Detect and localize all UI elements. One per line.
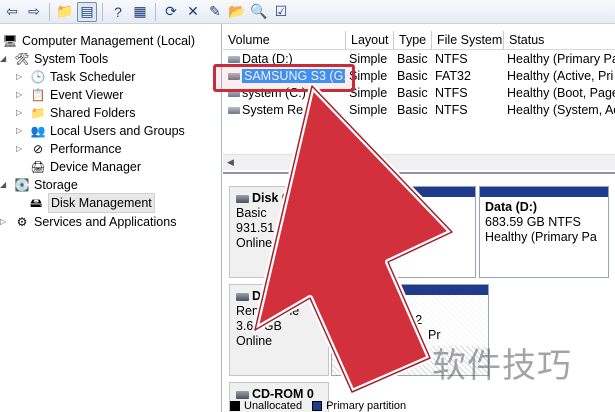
- tree-item-label: Shared Folders: [50, 106, 136, 120]
- toolbar-separator: [102, 2, 103, 21]
- partition-system-c[interactable]: y (Boot, Pa: [331, 186, 476, 278]
- help-icon[interactable]: ?: [108, 2, 128, 22]
- disk-0-label[interactable]: Disk 0 Basic 931.51 GB Online: [229, 186, 329, 278]
- horizontal-scrollbar[interactable]: ◀: [223, 154, 615, 170]
- volume-cell: System Rese: [225, 102, 345, 119]
- type-cell: Basic: [397, 52, 428, 66]
- forward-icon[interactable]: ⇨: [24, 2, 44, 22]
- partition-data-d[interactable]: Data (D:) 683.59 GB NTFS Healthy (Primar…: [479, 186, 609, 278]
- table-row[interactable]: System Rese Simple Basic NTFS Healthy (S…: [223, 102, 615, 119]
- column-header-volume[interactable]: Volume: [223, 31, 346, 50]
- collapse-icon[interactable]: ◢: [0, 50, 10, 68]
- status-cell: Healthy (Active, Pri: [507, 69, 614, 83]
- delete-icon[interactable]: ✕: [183, 2, 203, 22]
- tree-item-label: Local Users and Groups: [50, 124, 185, 138]
- shared-folder-icon: 📁: [30, 106, 46, 120]
- tree-item-disk-management[interactable]: 🖴 Disk Management: [28, 193, 155, 213]
- tree-item-system-tools[interactable]: ◢ 🛠 System Tools: [0, 50, 108, 68]
- search-icon[interactable]: 🔍: [249, 2, 269, 22]
- tree-item-local-users[interactable]: ▷ 👥 Local Users and Groups: [16, 122, 185, 140]
- fs-cell: FAT32: [435, 69, 471, 83]
- tree-item-computer-management[interactable]: 🖥 Computer Management (Local): [2, 32, 195, 50]
- column-header-type[interactable]: Type: [394, 31, 432, 50]
- type-cell: Basic: [397, 86, 428, 100]
- fs-cell: NTFS: [435, 86, 468, 100]
- cdrom-icon: [236, 390, 249, 399]
- rescan-icon[interactable]: ☑: [271, 2, 291, 22]
- show-hide-tree-icon[interactable]: ▤: [77, 1, 97, 22]
- legend-unallocated: Unallocated: [244, 400, 303, 412]
- type-cell: Basic: [397, 103, 428, 117]
- highlight-box: [213, 64, 355, 92]
- volume-icon: [228, 56, 240, 64]
- status-cell: Healthy (Primary Pa: [507, 52, 615, 66]
- navigation-tree: 🖥 Computer Management (Local) ◢ 🛠 System…: [0, 24, 222, 412]
- performance-icon: ⊘: [32, 142, 44, 156]
- clock-icon: 🕒: [30, 70, 46, 84]
- status-cell: Healthy (System, Ac: [507, 103, 615, 117]
- refresh-icon[interactable]: ⟳: [161, 2, 181, 22]
- back-icon[interactable]: ⇦: [2, 2, 22, 22]
- tree-item-label: Services and Applications: [34, 215, 177, 229]
- tools-icon: 🛠: [14, 52, 30, 66]
- expand-icon[interactable]: ▷: [16, 122, 26, 140]
- storage-icon: 💽: [14, 178, 30, 192]
- scroll-left-icon[interactable]: ◀: [227, 157, 234, 168]
- expand-icon[interactable]: ▷: [16, 104, 26, 122]
- toolbar: ⇦ ⇨ 📁 ▤ ? ▦ ⟳ ✕ ✎ 📂 🔍 ☑: [0, 0, 615, 24]
- users-icon: 👥: [30, 124, 46, 138]
- collapse-icon[interactable]: ◢: [0, 176, 10, 194]
- disk-legend: Unallocated Primary partition: [230, 400, 406, 412]
- device-manager-icon: 🖨: [30, 160, 46, 174]
- type-cell: Basic: [397, 69, 428, 83]
- volume-list: Volume Layout Type File System Status Da…: [223, 24, 615, 174]
- column-header-status[interactable]: Status: [504, 31, 615, 50]
- tree-item-label: Computer Management (Local): [22, 34, 195, 48]
- volume-icon: [228, 107, 240, 115]
- tree-item-storage[interactable]: ◢ 💽 Storage: [0, 176, 78, 194]
- fs-cell: NTFS: [435, 103, 468, 117]
- tree-item-label: Disk Management: [48, 193, 155, 213]
- tree-item-label: Event Viewer: [50, 88, 124, 102]
- tree-item-label: Task Scheduler: [50, 70, 136, 84]
- expand-icon[interactable]: ▷: [0, 213, 10, 231]
- tree-item-label: Storage: [34, 178, 78, 192]
- disk-icon: 🖴: [29, 196, 43, 210]
- open-folder-icon[interactable]: 📂: [227, 2, 247, 22]
- tree-item-label: Performance: [50, 142, 122, 156]
- status-cell: Healthy (Boot, Page: [507, 86, 615, 100]
- disk-icon: [236, 194, 249, 203]
- legend-primary: Primary partition: [326, 400, 407, 412]
- tree-item-device-manager[interactable]: 🖨 Device Manager: [30, 158, 141, 176]
- tree-item-task-scheduler[interactable]: ▷ 🕒 Task Scheduler: [16, 68, 135, 86]
- fs-cell: NTFS: [435, 52, 468, 66]
- disk-1-label[interactable]: Disk 1 Removable 3.69 GB Online: [229, 284, 329, 376]
- tree-item-services-applications[interactable]: ▷ ⚙ Services and Applications: [0, 213, 176, 231]
- up-folder-icon[interactable]: 📁: [55, 2, 75, 22]
- tree-item-shared-folders[interactable]: ▷ 📁 Shared Folders: [16, 104, 135, 122]
- toolbar-separator: [155, 2, 156, 21]
- expand-icon[interactable]: ▷: [16, 68, 26, 86]
- toolbar-separator: [49, 2, 50, 21]
- primary-swatch: [312, 401, 323, 411]
- properties-icon[interactable]: ▦: [130, 2, 150, 22]
- computer-icon: 🖥: [2, 34, 18, 48]
- tree-item-performance[interactable]: ▷ ⊘ Performance: [16, 140, 122, 158]
- column-header-layout[interactable]: Layout: [346, 31, 394, 50]
- unallocated-swatch: [230, 401, 240, 411]
- expand-icon[interactable]: ▷: [16, 86, 26, 104]
- watermark-text: 软件技巧: [432, 346, 572, 386]
- tree-item-event-viewer[interactable]: ▷ 📋 Event Viewer: [16, 86, 123, 104]
- settings-icon[interactable]: ✎: [205, 2, 225, 22]
- column-header-file-system[interactable]: File System: [432, 31, 504, 50]
- disk-icon: [236, 292, 249, 301]
- tree-item-label: Device Manager: [50, 160, 142, 174]
- services-icon: ⚙: [16, 215, 28, 229]
- layout-cell: Simple: [349, 103, 388, 117]
- event-viewer-icon: 📋: [30, 88, 46, 102]
- expand-icon[interactable]: ▷: [16, 140, 26, 158]
- tree-item-label: System Tools: [34, 52, 109, 66]
